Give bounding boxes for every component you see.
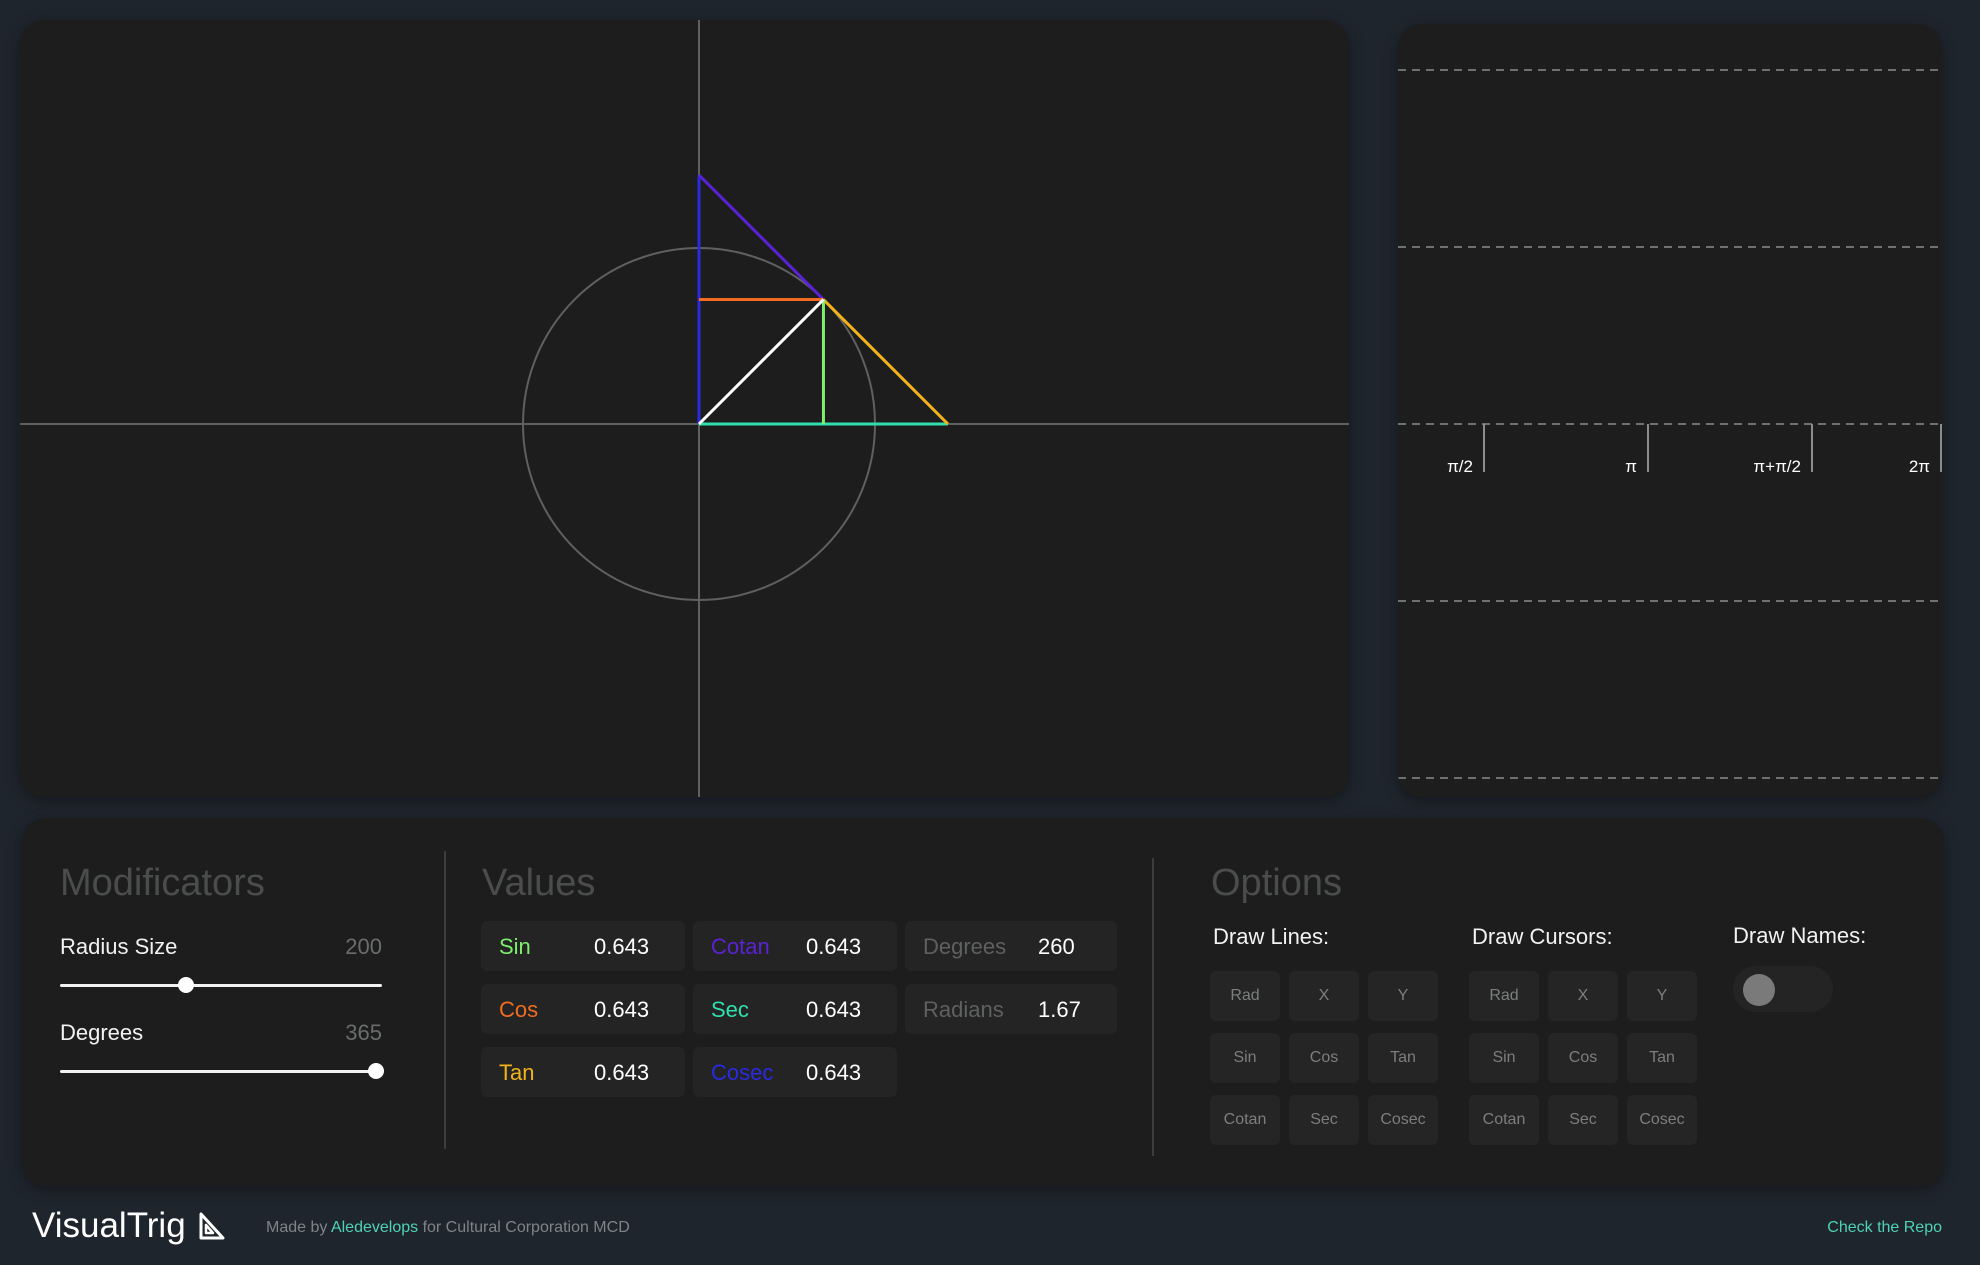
radius-size-label: Radius Size — [60, 934, 178, 959]
draw-names-heading: Draw Names: — [1733, 923, 1867, 948]
modificators-title: Modificators — [60, 862, 265, 904]
value-number-cos: 0.643 — [594, 997, 650, 1022]
value-card-sin: Sin 0.643 — [481, 921, 685, 971]
cotan-line — [697, 174, 825, 301]
value-name-tan: Tan — [499, 1060, 535, 1085]
draw-cursors-cos-button[interactable]: Cos — [1548, 1033, 1618, 1083]
function-graph: π/2 π π+π/2 2π — [1398, 69, 1942, 779]
value-number-degrees: 260 — [1038, 934, 1075, 959]
logo-text: VisualTrig — [32, 1206, 186, 1245]
value-name-sin: Sin — [499, 934, 531, 959]
unit-circle-canvas[interactable] — [20, 20, 1349, 797]
value-card-radians: Radians 1.67 — [905, 984, 1117, 1034]
app-logo[interactable]: VisualTrig — [32, 1206, 226, 1246]
toggle-knob — [1743, 974, 1775, 1006]
radius-size-slider-thumb[interactable] — [177, 977, 194, 993]
tick-label: 2π — [1909, 457, 1930, 476]
draw-names-toggle[interactable] — [1733, 966, 1833, 1012]
value-name-cosec: Cosec — [711, 1060, 774, 1085]
draw-lines-x-button[interactable]: X — [1289, 971, 1359, 1021]
credit-prefix: Made by — [266, 1219, 328, 1236]
degrees-label: Degrees — [60, 1020, 144, 1045]
credit-suffix: for Cultural Corporation MCD — [422, 1219, 630, 1236]
value-name-degrees: Degrees — [923, 934, 1007, 959]
value-name-cos: Cos — [499, 997, 539, 1022]
controls-panel: Modificators Radius Size 200 Degrees 365… — [22, 818, 1944, 1186]
degrees-slider-thumb[interactable] — [367, 1063, 384, 1079]
draw-cursors-sec-button[interactable]: Sec — [1548, 1095, 1618, 1145]
radius-line — [697, 298, 825, 426]
draw-lines-cos-button[interactable]: Cos — [1289, 1033, 1359, 1083]
draw-lines-cotan-button[interactable]: Cotan — [1210, 1095, 1280, 1145]
value-card-cos: Cos 0.643 — [481, 984, 685, 1034]
value-card-tan: Tan 0.643 — [481, 1047, 685, 1097]
tick-label: π/2 — [1447, 457, 1473, 476]
credit-line: Made by Aledevelops for Cultural Corpora… — [266, 1219, 630, 1237]
section-divider — [444, 851, 446, 1149]
draw-cursors-x-button[interactable]: X — [1548, 971, 1618, 1021]
draw-lines-sin-button[interactable]: Sin — [1210, 1033, 1280, 1083]
value-card-sec: Sec 0.643 — [693, 984, 897, 1034]
draw-cursors-sin-button[interactable]: Sin — [1469, 1033, 1539, 1083]
value-number-cosec: 0.643 — [806, 1060, 862, 1085]
tick-label: π — [1625, 457, 1637, 476]
draw-lines-tan-button[interactable]: Tan — [1368, 1033, 1438, 1083]
unit-circle-drawing — [20, 20, 1349, 797]
value-number-tan: 0.643 — [594, 1060, 650, 1085]
draw-cursors-tan-button[interactable]: Tan — [1627, 1033, 1697, 1083]
function-graph-panel[interactable]: π/2 π π+π/2 2π — [1398, 24, 1942, 797]
radius-size-slider[interactable] — [60, 977, 382, 993]
value-name-cotan: Cotan — [711, 934, 770, 959]
values-title: Values — [482, 862, 596, 904]
draw-lines-y-button[interactable]: Y — [1368, 971, 1438, 1021]
value-name-sec: Sec — [711, 997, 749, 1022]
draw-lines-heading: Draw Lines: — [1213, 924, 1330, 949]
value-number-sin: 0.643 — [594, 934, 650, 959]
draw-lines-sec-button[interactable]: Sec — [1289, 1095, 1359, 1145]
check-repo-link[interactable]: Check the Repo — [1827, 1219, 1942, 1237]
author-link[interactable]: Aledevelops — [331, 1219, 418, 1236]
draw-cursors-cosec-button[interactable]: Cosec — [1627, 1095, 1697, 1145]
value-card-cotan: Cotan 0.643 — [693, 921, 897, 971]
tick-label: π+π/2 — [1753, 457, 1801, 476]
section-divider — [1152, 858, 1154, 1156]
set-square-icon — [199, 1212, 225, 1240]
draw-cursors-cotan-button[interactable]: Cotan — [1469, 1095, 1539, 1145]
tan-line — [822, 298, 949, 426]
value-number-cotan: 0.643 — [806, 934, 862, 959]
value-number-radians: 1.67 — [1038, 997, 1081, 1022]
degrees-value: 365 — [345, 1020, 382, 1045]
value-name-radians: Radians — [923, 997, 1004, 1022]
radius-size-value: 200 — [345, 934, 382, 959]
value-card-degrees: Degrees 260 — [905, 921, 1117, 971]
draw-lines-cosec-button[interactable]: Cosec — [1368, 1095, 1438, 1145]
options-title: Options — [1211, 862, 1342, 904]
value-number-sec: 0.643 — [806, 997, 862, 1022]
draw-cursors-heading: Draw Cursors: — [1472, 924, 1613, 949]
degrees-slider[interactable] — [60, 1063, 384, 1079]
value-card-cosec: Cosec 0.643 — [693, 1047, 897, 1097]
draw-cursors-rad-button[interactable]: Rad — [1469, 971, 1539, 1021]
draw-cursors-y-button[interactable]: Y — [1627, 971, 1697, 1021]
draw-lines-rad-button[interactable]: Rad — [1210, 971, 1280, 1021]
